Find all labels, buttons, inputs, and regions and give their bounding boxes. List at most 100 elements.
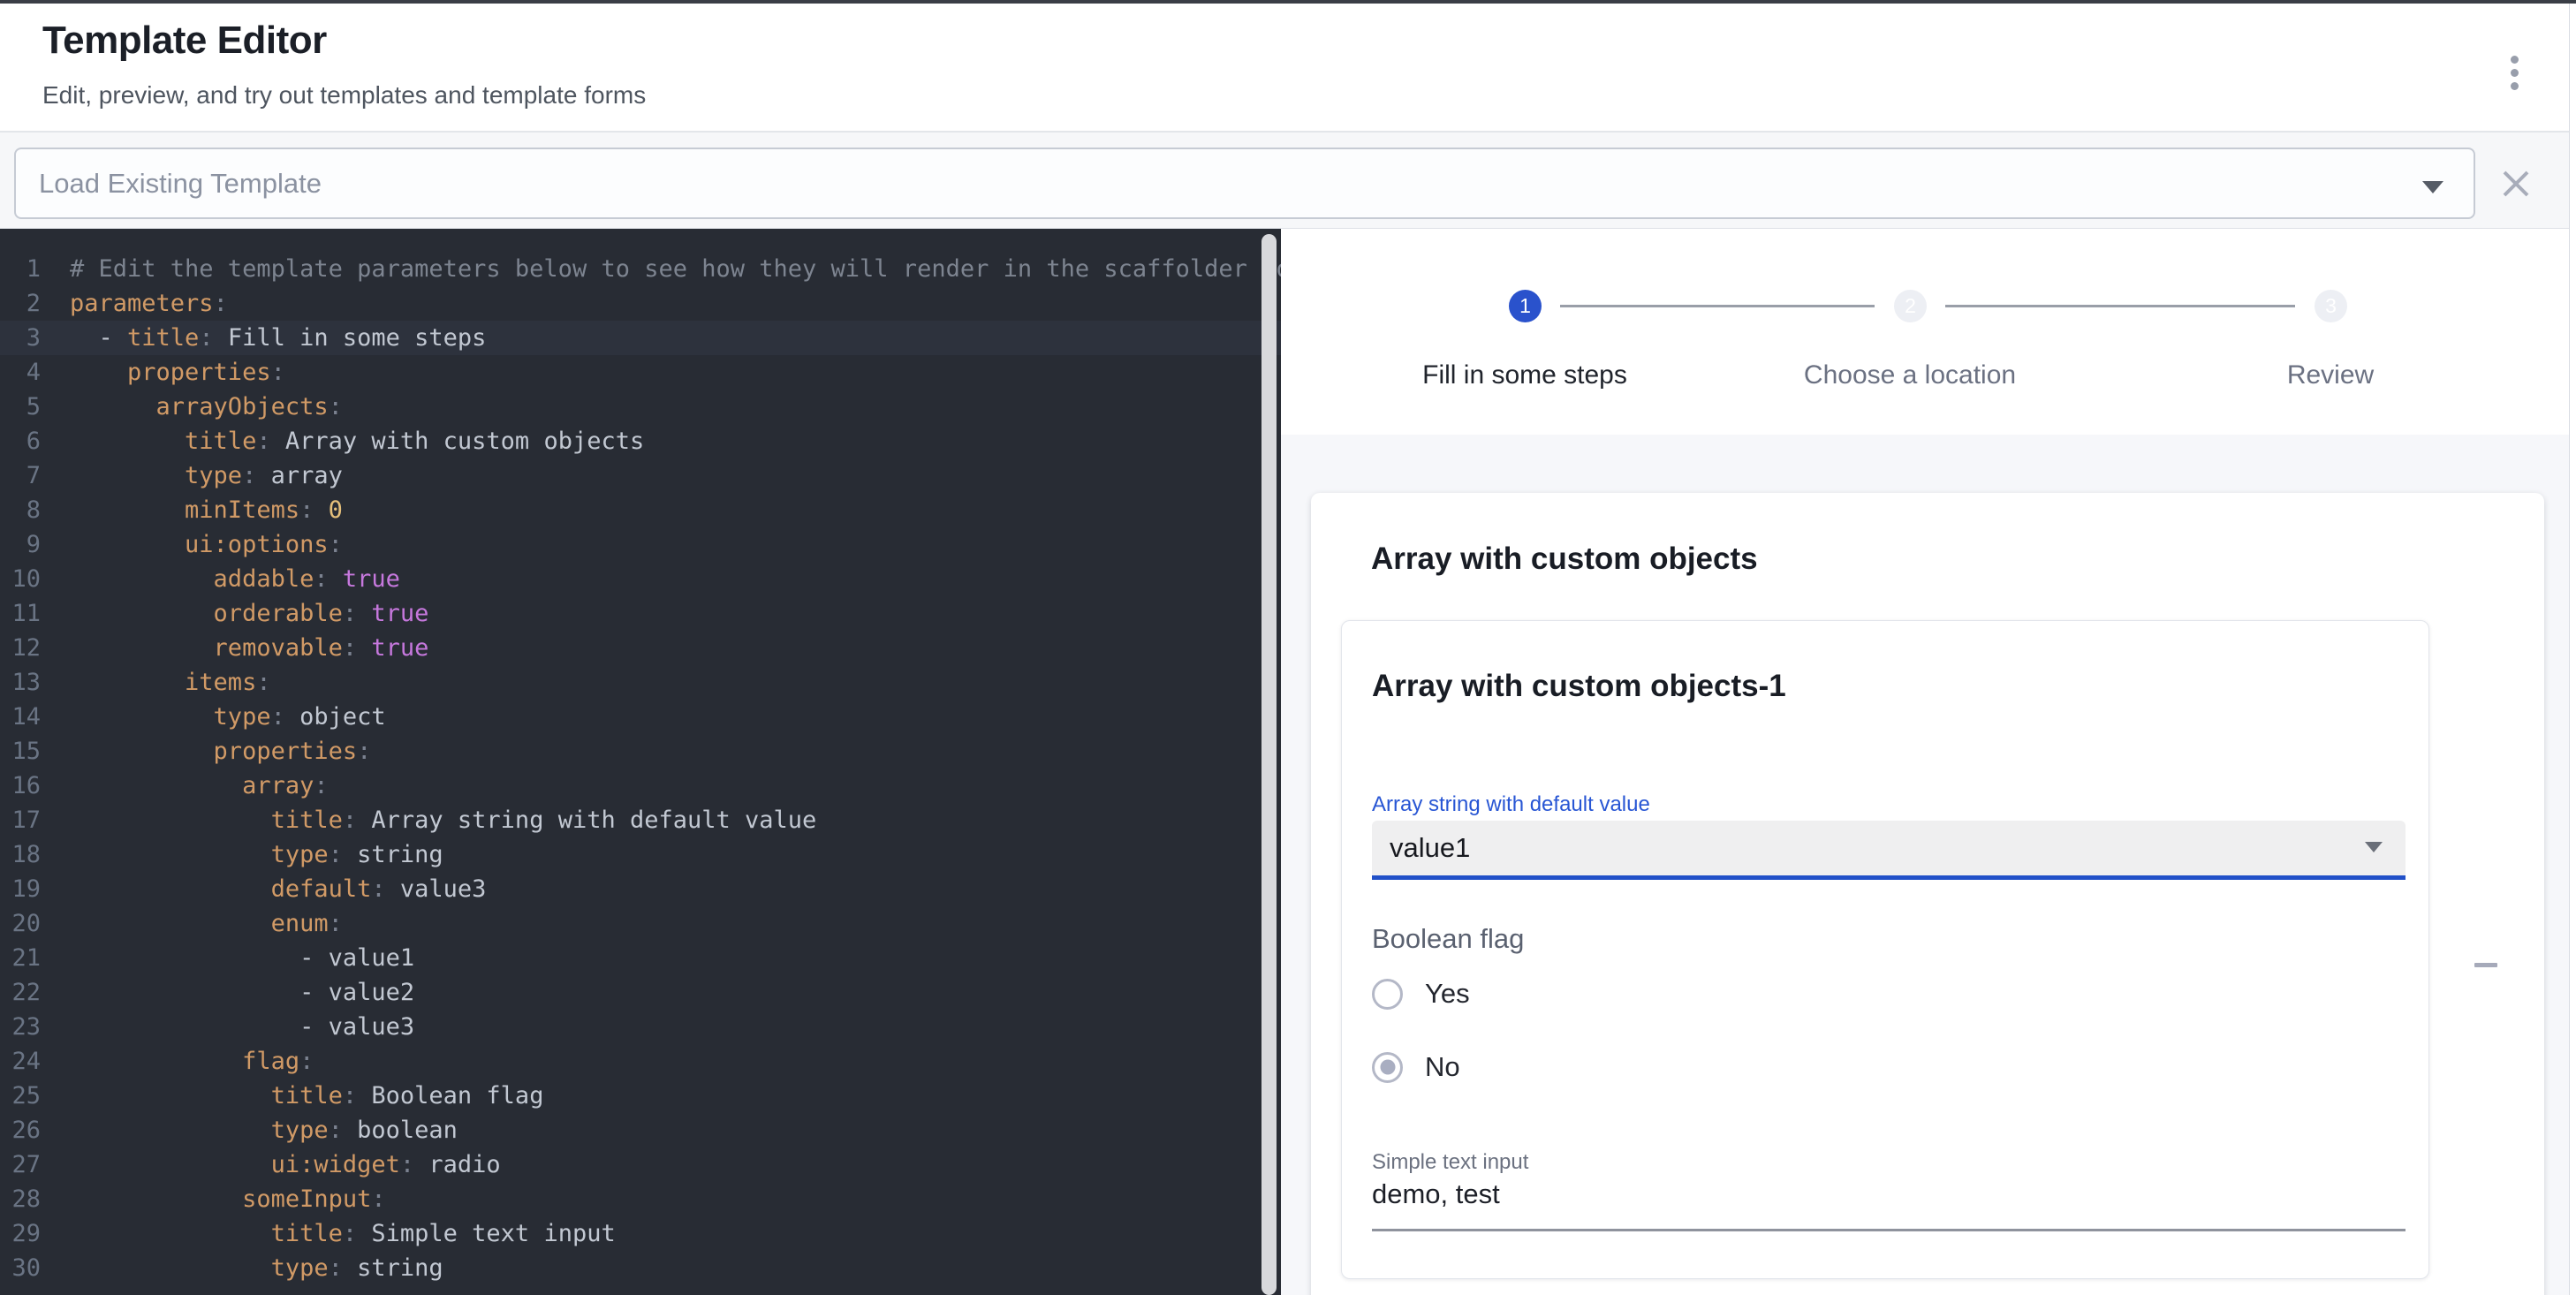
code-line-text: title: Array string with default value — [41, 807, 816, 834]
editor-line[interactable]: 12 removable: true — [0, 631, 1281, 665]
editor-line[interactable]: 29 title: Simple text input — [0, 1216, 1281, 1251]
editor-line[interactable]: 26 type: boolean — [0, 1113, 1281, 1147]
step-1-label: Fill in some steps — [1366, 360, 1684, 390]
line-number: 19 — [0, 875, 41, 903]
close-icon — [2495, 163, 2537, 205]
line-number: 5 — [0, 393, 41, 420]
page-scrollbar-track[interactable] — [2569, 4, 2576, 1295]
radio-option-label: No — [1425, 1051, 1460, 1083]
editor-line[interactable]: 21 - value1 — [0, 941, 1281, 975]
editor-line[interactable]: 14 type: object — [0, 700, 1281, 734]
radio-unselected-icon[interactable] — [1372, 979, 1403, 1010]
code-line-text: - value2 — [41, 979, 414, 1006]
line-number: 18 — [0, 841, 41, 868]
radio-option-yes[interactable]: Yes — [1372, 978, 1470, 1010]
editor-line[interactable]: 28 someInput: — [0, 1182, 1281, 1216]
step-connector — [1945, 305, 2295, 307]
editor-line[interactable]: 11 orderable: true — [0, 596, 1281, 631]
line-number: 13 — [0, 669, 41, 696]
page-header: Template Editor Edit, preview, and try o… — [0, 4, 2576, 133]
editor-line[interactable]: 10 addable: true — [0, 562, 1281, 596]
editor-line[interactable]: 8 minItems: 0 — [0, 493, 1281, 527]
yaml-code-editor[interactable]: 1# Edit the template parameters below to… — [0, 229, 1281, 1295]
page-title: Template Editor — [42, 19, 327, 63]
array-string-select[interactable]: value1 — [1372, 821, 2406, 880]
code-line-text: someInput: — [41, 1185, 386, 1213]
editor-line[interactable]: 2parameters: — [0, 286, 1281, 321]
editor-line[interactable]: 1# Edit the template parameters below to… — [0, 252, 1281, 286]
dropdown-caret-icon — [2422, 181, 2443, 193]
editor-line[interactable]: 13 items: — [0, 665, 1281, 700]
code-line-text: - title: Fill in some steps — [41, 324, 486, 352]
code-line-text: items: — [41, 669, 271, 696]
code-line-text: addable: true — [41, 565, 400, 593]
editor-line[interactable]: 3 - title: Fill in some steps — [0, 321, 1281, 355]
code-line-text: title: Simple text input — [41, 1220, 616, 1247]
code-line-text: - value3 — [41, 1013, 414, 1041]
editor-line[interactable]: 16 array: — [0, 769, 1281, 803]
step-1-circle: 1 — [1509, 290, 1542, 322]
line-number: 26 — [0, 1117, 41, 1144]
code-line-text: default: value3 — [41, 875, 486, 903]
radio-selected-icon[interactable] — [1372, 1052, 1403, 1083]
radio-option-no[interactable]: No — [1372, 1051, 1460, 1083]
editor-line[interactable]: 17 title: Array string with default valu… — [0, 803, 1281, 837]
page-subtitle: Edit, preview, and try out templates and… — [42, 81, 646, 110]
select-field-label: Array string with default value — [1372, 792, 1650, 817]
line-number: 12 — [0, 634, 41, 662]
line-number: 27 — [0, 1151, 41, 1178]
editor-scrollbar-thumb[interactable] — [1261, 234, 1277, 1295]
editor-line[interactable]: 24 flag: — [0, 1044, 1281, 1079]
editor-line[interactable]: 23 - value3 — [0, 1010, 1281, 1044]
step-3-circle: 3 — [2315, 290, 2347, 322]
editor-line[interactable]: 9 ui:options: — [0, 527, 1281, 562]
load-existing-template-select[interactable]: Load Existing Template — [14, 148, 2475, 219]
select-field-value: value1 — [1390, 832, 1470, 864]
line-number: 8 — [0, 496, 41, 524]
code-line-text: enum: — [41, 910, 343, 937]
kebab-menu-icon — [2511, 56, 2519, 64]
array-section-title: Array with custom objects — [1371, 541, 1758, 577]
code-line-text: ui:widget: radio — [41, 1151, 501, 1178]
line-number: 16 — [0, 772, 41, 799]
simple-text-input[interactable]: demo, test — [1372, 1178, 1500, 1210]
code-line-text: - value1 — [41, 944, 414, 972]
step-form-card: Array with custom objects Array with cus… — [1311, 493, 2544, 1295]
line-number: 28 — [0, 1185, 41, 1213]
clear-template-button[interactable] — [2495, 163, 2537, 205]
code-line-text: type: object — [41, 703, 386, 731]
line-number: 30 — [0, 1254, 41, 1282]
editor-line[interactable]: 20 enum: — [0, 906, 1281, 941]
editor-line[interactable]: 4 properties: — [0, 355, 1281, 390]
code-editor-lines: 1# Edit the template parameters below to… — [0, 229, 1281, 1285]
step-connector — [1560, 305, 1875, 307]
select-caret-icon — [2365, 842, 2383, 852]
code-line-text: properties: — [41, 359, 285, 386]
editor-line[interactable]: 7 type: array — [0, 458, 1281, 493]
more-options-button[interactable] — [2495, 49, 2534, 95]
code-line-text: properties: — [41, 738, 371, 765]
code-line-text: type: boolean — [41, 1117, 458, 1144]
line-number: 9 — [0, 531, 41, 558]
editor-line[interactable]: 22 - value2 — [0, 975, 1281, 1010]
line-number: 6 — [0, 428, 41, 455]
line-number: 17 — [0, 807, 41, 834]
step-2-label: Choose a location — [1751, 360, 2069, 390]
line-number: 21 — [0, 944, 41, 972]
editor-line[interactable]: 6 title: Array with custom objects — [0, 424, 1281, 458]
editor-line[interactable]: 15 properties: — [0, 734, 1281, 769]
remove-array-item-button[interactable] — [2461, 940, 2511, 989]
editor-line[interactable]: 19 default: value3 — [0, 872, 1281, 906]
line-number: 29 — [0, 1220, 41, 1247]
stepper: 1Fill in some steps2Choose a location3Re… — [1281, 229, 2569, 435]
template-preview-panel: 1Fill in some steps2Choose a location3Re… — [1281, 229, 2569, 1295]
editor-line[interactable]: 18 type: string — [0, 837, 1281, 872]
line-number: 14 — [0, 703, 41, 731]
line-number: 11 — [0, 600, 41, 627]
editor-line[interactable]: 5 arrayObjects: — [0, 390, 1281, 424]
editor-line[interactable]: 25 title: Boolean flag — [0, 1079, 1281, 1113]
line-number: 3 — [0, 324, 41, 352]
editor-line[interactable]: 30 type: string — [0, 1251, 1281, 1285]
code-line-text: removable: true — [41, 634, 428, 662]
editor-line[interactable]: 27 ui:widget: radio — [0, 1147, 1281, 1182]
